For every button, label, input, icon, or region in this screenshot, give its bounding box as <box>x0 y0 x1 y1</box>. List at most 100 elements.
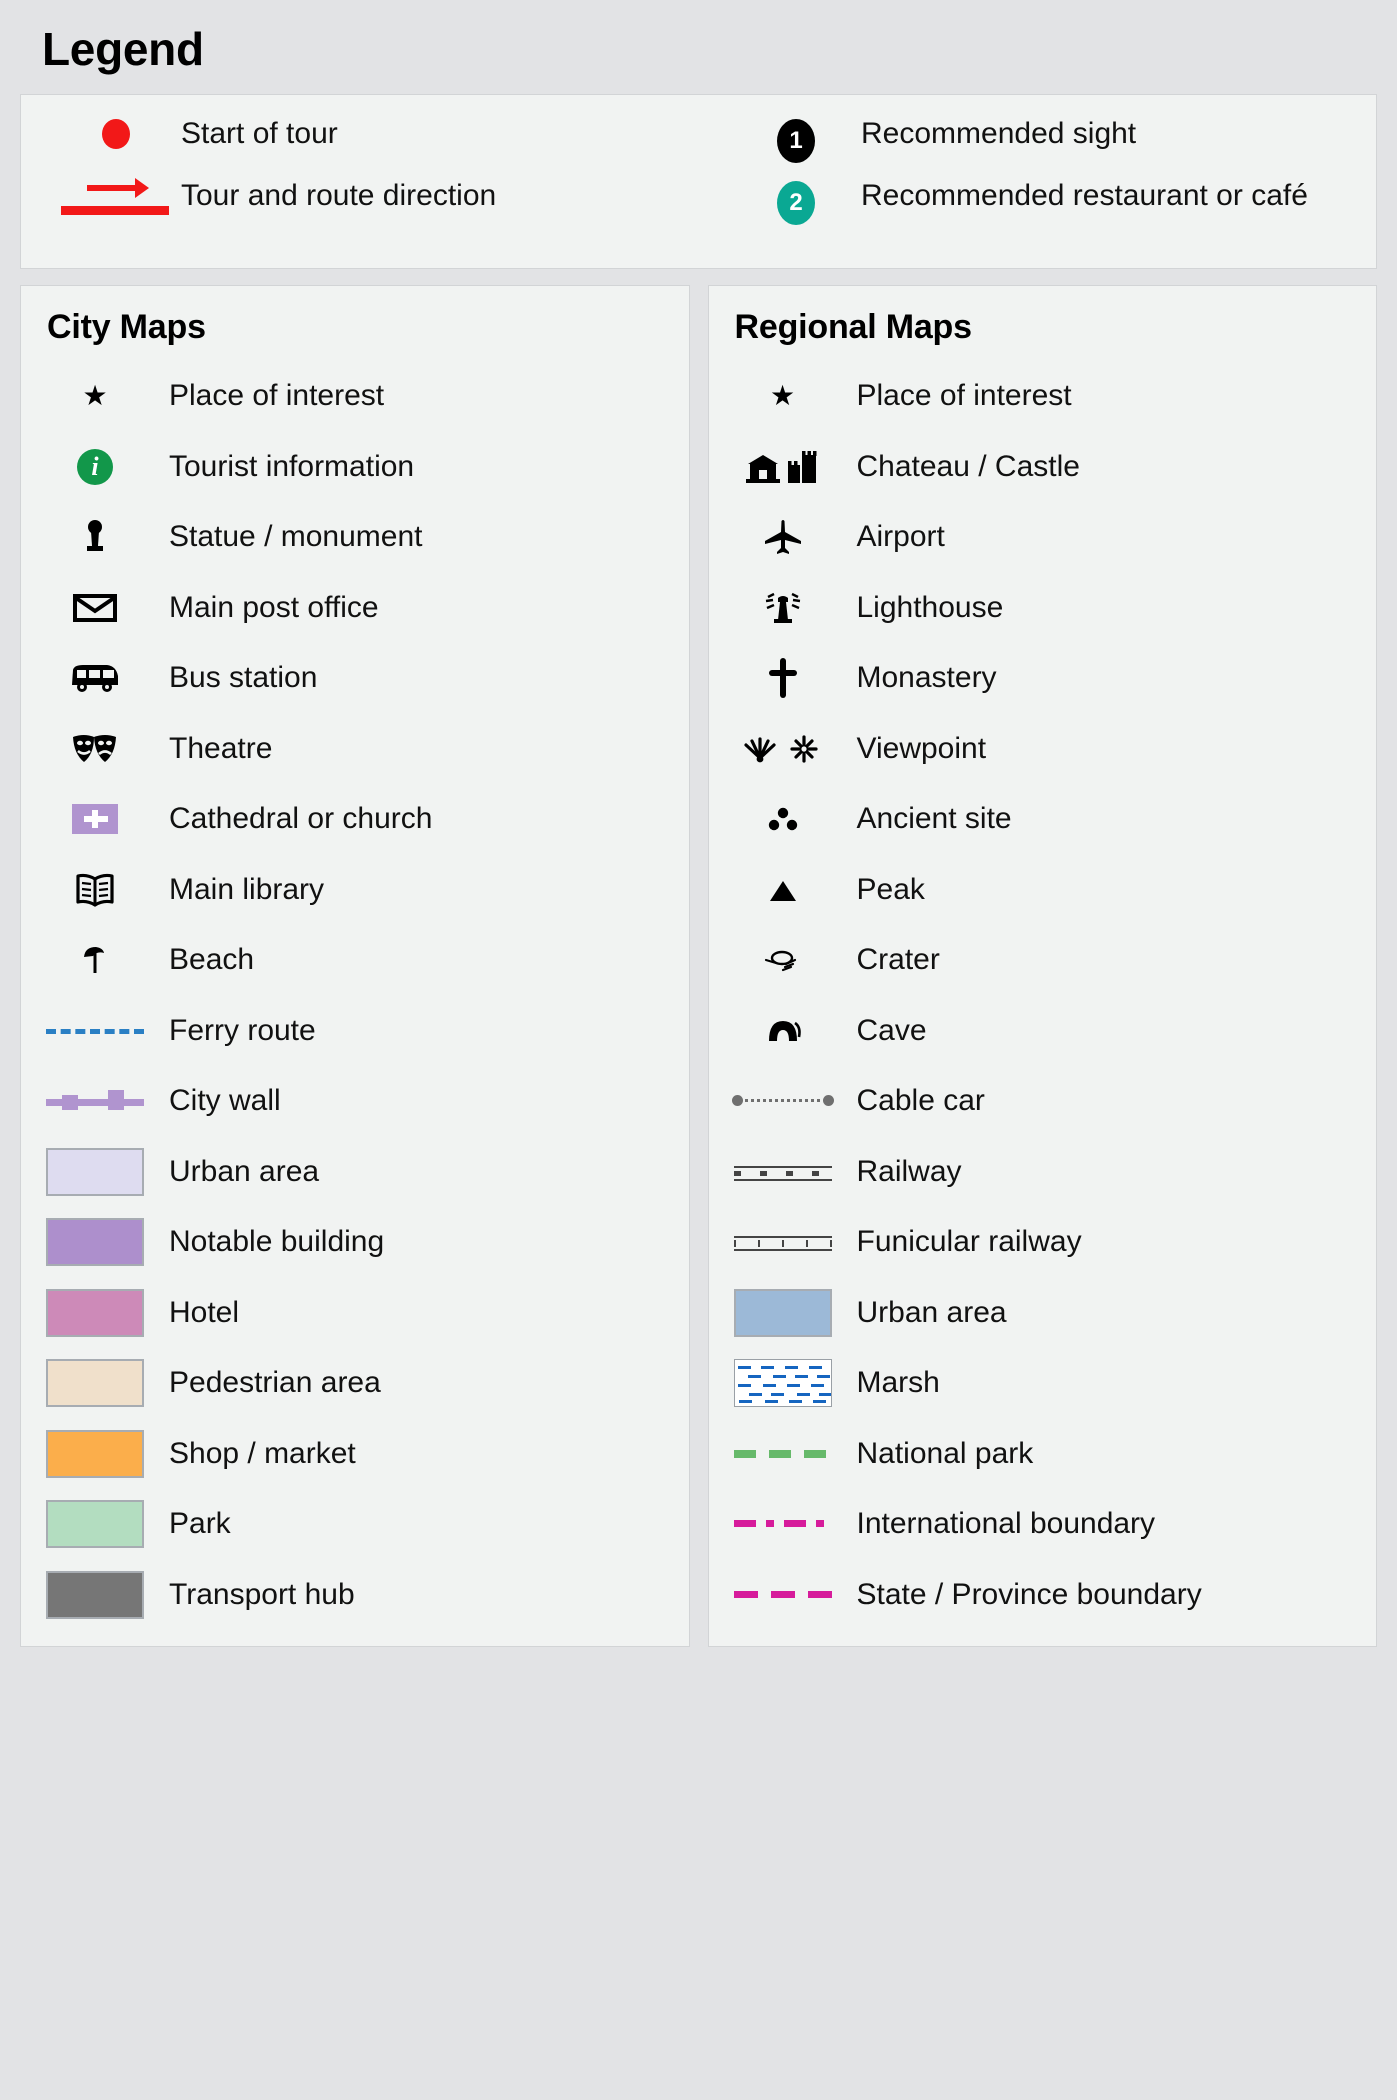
legend-label: Crater <box>856 943 940 976</box>
legend-label: Urban area <box>856 1295 1007 1329</box>
legend-label: Hotel <box>169 1295 240 1329</box>
city-row-city-wall: City wall <box>21 1066 689 1137</box>
hotel-swatch <box>21 1288 169 1337</box>
city-row-main-post-office: Main post office <box>21 573 689 644</box>
legend-label: Tourist information <box>169 449 415 483</box>
regional-row-national-park: National park <box>709 1419 1377 1490</box>
city-row-main-library: Main library <box>21 855 689 926</box>
city-row-theatre: Theatre <box>21 714 689 785</box>
legend-label: Cave <box>856 1013 927 1047</box>
red-arrow-icon <box>61 178 171 221</box>
legend-label: Cathedral or church <box>169 802 433 835</box>
legend-label: Tour and route direction <box>181 179 497 212</box>
city-row-statue-monument: Statue / monument <box>21 502 689 573</box>
regional-row-peak: Peak <box>709 855 1377 926</box>
legend-label: Start of tour <box>181 117 338 150</box>
regional-row-funicular-railway: Funicular railway <box>709 1207 1377 1278</box>
regional-row-cave: Cave <box>709 996 1377 1067</box>
numbered-badge-black-icon: 1 <box>777 119 815 163</box>
parasol-icon <box>21 942 169 978</box>
funicular-line-icon <box>709 1231 857 1253</box>
city-row-hotel: Hotel <box>21 1278 689 1349</box>
tour-legend-right-column: 1 Recommended sight 2 Recommended restau… <box>711 113 1371 237</box>
city-row-cathedral-church: Cathedral or church <box>21 784 689 855</box>
regional-row-international-boundary: International boundary <box>709 1489 1377 1560</box>
legend-label: Park <box>169 1507 231 1540</box>
city-row-transport-hub: Transport hub <box>21 1560 689 1631</box>
legend-label: Main post office <box>169 590 379 624</box>
legend-row-tour-direction: Tour and route direction <box>51 175 711 237</box>
legend-label: Notable building <box>169 1225 385 1258</box>
ferry-dashed-line-icon <box>21 1020 169 1042</box>
star-icon: ★ <box>769 380 796 412</box>
legend-label: International boundary <box>856 1507 1156 1540</box>
green-dashed-line-icon <box>709 1443 857 1465</box>
city-row-park: Park <box>21 1489 689 1560</box>
legend-label: Theatre <box>169 731 273 765</box>
legend-label: Main library <box>169 872 325 906</box>
crater-icon <box>709 947 857 973</box>
chateau-castle-icons <box>709 447 857 487</box>
regional-row-urban-area: Urban area <box>709 1278 1377 1349</box>
legend-label: Pedestrian area <box>169 1366 381 1399</box>
tour-direction-symbol <box>51 175 181 221</box>
cave-icon <box>709 1015 857 1047</box>
three-dots-icon <box>709 804 857 834</box>
legend-label: Place of interest <box>169 379 385 412</box>
legend-page: Legend Start of tour Tour and route dire… <box>0 0 1397 2100</box>
regional-urban-area-swatch <box>709 1288 857 1337</box>
star-icon: ★ <box>82 380 108 412</box>
city-row-urban-area: Urban area <box>21 1137 689 1208</box>
regional-row-viewpoint: Viewpoint <box>709 714 1377 785</box>
theatre-masks-icon <box>21 732 169 766</box>
notable-building-swatch <box>21 1218 169 1267</box>
city-maps-heading: City Maps <box>47 308 206 346</box>
legend-label: Ancient site <box>856 802 1012 835</box>
recommended-restaurant-symbol: 2 <box>731 175 861 225</box>
legend-label: Peak <box>856 872 925 906</box>
information-icon: i <box>21 448 169 485</box>
city-row-shop-market: Shop / market <box>21 1419 689 1490</box>
legend-label: Lighthouse <box>856 590 1004 624</box>
regional-row-chateau-castle: Chateau / Castle <box>709 432 1377 503</box>
magenta-dashdot-line-icon <box>709 1513 857 1535</box>
legend-columns: City Maps ★ Place of interest i Tourist … <box>20 285 1377 1647</box>
legend-label: Railway <box>856 1154 962 1188</box>
red-dot-icon <box>102 119 130 149</box>
triangle-icon <box>709 877 857 903</box>
regional-row-crater: Crater <box>709 925 1377 996</box>
start-of-tour-symbol <box>51 113 181 149</box>
legend-label: Bus station <box>169 661 318 694</box>
regional-row-place-of-interest: ★ Place of interest <box>709 361 1377 432</box>
regional-row-ancient-site: Ancient site <box>709 784 1377 855</box>
legend-label: Cable car <box>856 1084 985 1117</box>
legend-label: Statue / monument <box>169 520 423 553</box>
regional-maps-panel: Regional Maps ★ Place of interest Chatea… <box>707 285 1377 1647</box>
city-wall-line-icon <box>21 1090 169 1112</box>
numbered-badge-teal-icon: 2 <box>777 181 815 225</box>
marsh-swatch <box>709 1359 857 1408</box>
regional-row-state-boundary: State / Province boundary <box>709 1560 1377 1631</box>
legend-row-recommended-sight: 1 Recommended sight <box>731 113 1371 175</box>
transport-hub-swatch <box>21 1570 169 1619</box>
regional-row-cable-car: Cable car <box>709 1066 1377 1137</box>
city-row-pedestrian-area: Pedestrian area <box>21 1348 689 1419</box>
legend-label: City wall <box>169 1084 281 1117</box>
regional-row-railway: Railway <box>709 1137 1377 1208</box>
recommended-sight-symbol: 1 <box>731 113 861 163</box>
city-row-tourist-information: i Tourist information <box>21 432 689 503</box>
regional-row-marsh: Marsh <box>709 1348 1377 1419</box>
open-book-icon <box>21 871 169 909</box>
legend-label: Recommended restaurant or café <box>861 179 1308 212</box>
city-row-bus-station: Bus station <box>21 643 689 714</box>
legend-label: Transport hub <box>169 1577 355 1611</box>
legend-row-recommended-restaurant: 2 Recommended restaurant or café <box>731 175 1371 237</box>
bus-icon <box>21 662 169 694</box>
legend-label: Recommended sight <box>861 117 1137 150</box>
pedestrian-area-swatch <box>21 1359 169 1408</box>
magenta-dashed-line-icon <box>709 1584 857 1606</box>
cable-car-line-icon <box>709 1090 857 1112</box>
legend-label: Ferry route <box>169 1013 316 1047</box>
railway-line-icon <box>709 1161 857 1183</box>
shop-market-swatch <box>21 1429 169 1478</box>
